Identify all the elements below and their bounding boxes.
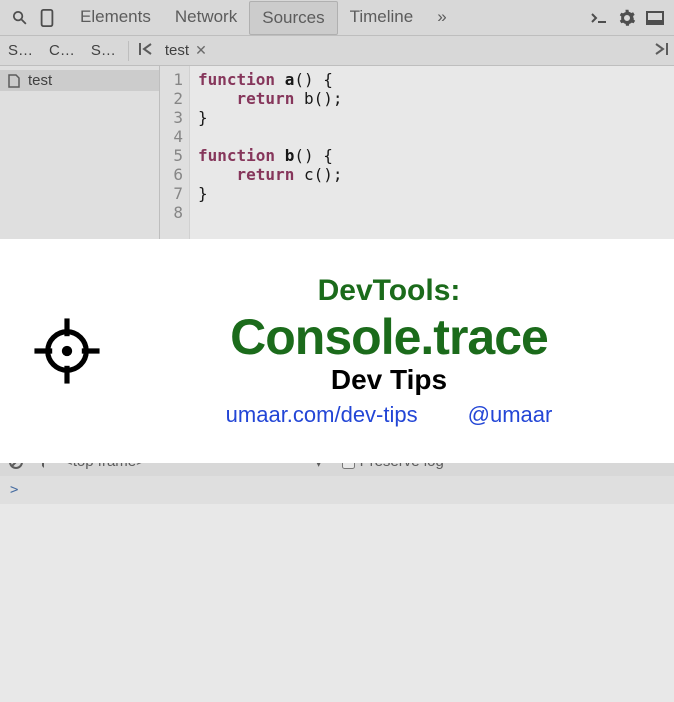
search-icon[interactable] (6, 5, 32, 31)
overlay-heading: DevTools: (124, 274, 654, 308)
overlay-link-handle[interactable]: @umaar (468, 402, 553, 428)
prompt-symbol: > (10, 482, 18, 498)
sidebar-tab-1[interactable]: C… (41, 42, 83, 59)
tree-item-label: test (28, 72, 52, 89)
console-input[interactable]: > (0, 476, 674, 504)
close-icon[interactable]: ✕ (195, 42, 207, 59)
sidebar-tab-0[interactable]: S… (0, 42, 41, 59)
dock-icon[interactable] (642, 5, 668, 31)
device-icon[interactable] (34, 5, 60, 31)
tab-elements[interactable]: Elements (68, 1, 163, 35)
nav-next-icon[interactable] (648, 42, 674, 59)
crosshair-icon (30, 314, 104, 388)
file-tab-test[interactable]: test ✕ (159, 42, 213, 59)
tab-network[interactable]: Network (163, 1, 249, 35)
overlay-title: Console.trace (124, 308, 654, 366)
file-tab-label: test (165, 42, 189, 59)
tab-timeline[interactable]: Timeline (338, 1, 426, 35)
overlay-subtitle: Dev Tips (124, 364, 654, 396)
gear-icon[interactable] (614, 5, 640, 31)
title-card: DevTools: Console.trace Dev Tips umaar.c… (0, 239, 674, 463)
overlay-link-site[interactable]: umaar.com/dev-tips (226, 402, 418, 428)
tab-overflow[interactable]: » (425, 1, 458, 35)
console-toggle-icon[interactable] (586, 5, 612, 31)
sidebar-tab-2[interactable]: S… (83, 42, 124, 59)
panel-tabs: Elements Network Sources Timeline » (68, 1, 459, 35)
file-icon (8, 74, 22, 88)
tree-item-test[interactable]: test (0, 70, 159, 91)
tab-sources[interactable]: Sources (249, 1, 337, 35)
nav-prev-icon[interactable] (133, 42, 159, 59)
